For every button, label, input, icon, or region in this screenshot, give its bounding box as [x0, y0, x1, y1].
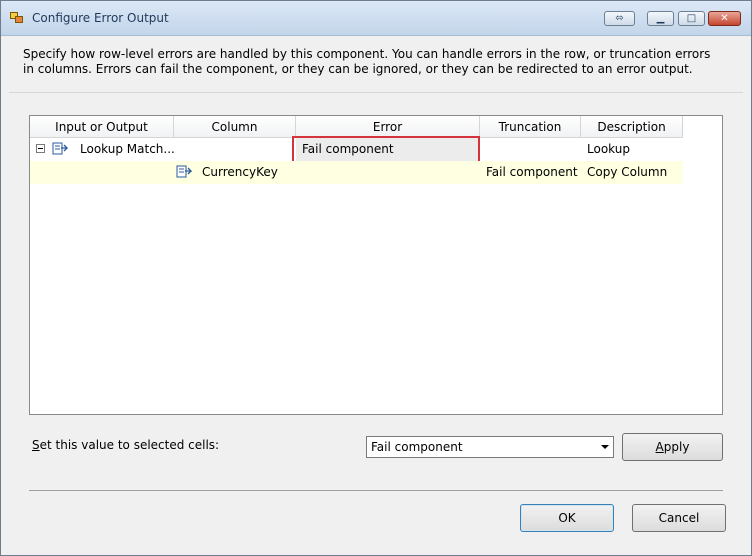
cell-description[interactable]: Copy Column	[581, 161, 683, 184]
apply-button[interactable]: Apply	[622, 433, 723, 461]
column-icon	[176, 165, 192, 178]
double-arrow-icon: ⬄	[615, 13, 624, 24]
minimize-button[interactable]: ▁	[647, 11, 674, 26]
set-value-label: Set this value to selected cells:	[32, 438, 220, 452]
selected-cell-highlight	[292, 136, 480, 163]
cell-truncation[interactable]: Fail component	[480, 161, 581, 184]
footer-divider	[29, 490, 723, 491]
restore-layout-button[interactable]: ⬄	[604, 11, 635, 26]
cell-column[interactable]	[174, 138, 296, 161]
cell-input-output[interactable]	[30, 161, 174, 184]
collapse-icon[interactable]	[36, 144, 45, 153]
column-header-error[interactable]: Error	[296, 116, 480, 138]
cell-truncation[interactable]	[480, 138, 581, 161]
dialog-window: Configure Error Output ⬄ ▁ □ ✕ Specify h…	[0, 0, 752, 556]
close-icon: ✕	[720, 13, 729, 24]
description-text: Specify how row-level errors are handled…	[23, 47, 711, 76]
window-title: Configure Error Output	[32, 11, 169, 25]
app-icon	[10, 12, 23, 23]
column-header-description[interactable]: Description	[581, 116, 683, 138]
error-output-grid[interactable]: Input or Output Column Error Truncation …	[29, 115, 723, 415]
maximize-icon: □	[686, 13, 697, 24]
error-action-dropdown[interactable]: Fail component	[366, 436, 614, 458]
column-header-column[interactable]: Column	[174, 116, 296, 138]
cell-column[interactable]: CurrencyKey	[174, 161, 296, 184]
ok-button[interactable]: OK	[520, 504, 614, 532]
cell-description[interactable]: Lookup	[581, 138, 683, 161]
cancel-button[interactable]: Cancel	[632, 504, 726, 532]
minimize-icon: ▁	[656, 13, 665, 24]
chevron-down-icon	[601, 445, 609, 449]
title-bar[interactable]: Configure Error Output ⬄ ▁ □ ✕	[1, 1, 751, 36]
column-header-truncation[interactable]: Truncation	[480, 116, 581, 138]
output-icon	[52, 142, 68, 155]
cell-input-output[interactable]: Lookup Match...	[74, 138, 174, 161]
close-button[interactable]: ✕	[708, 11, 741, 26]
cell-error[interactable]	[296, 161, 480, 184]
maximize-button[interactable]: □	[678, 11, 705, 26]
column-header-input-output[interactable]: Input or Output	[30, 116, 174, 138]
dropdown-value: Fail component	[371, 440, 463, 454]
header-divider	[9, 92, 743, 93]
